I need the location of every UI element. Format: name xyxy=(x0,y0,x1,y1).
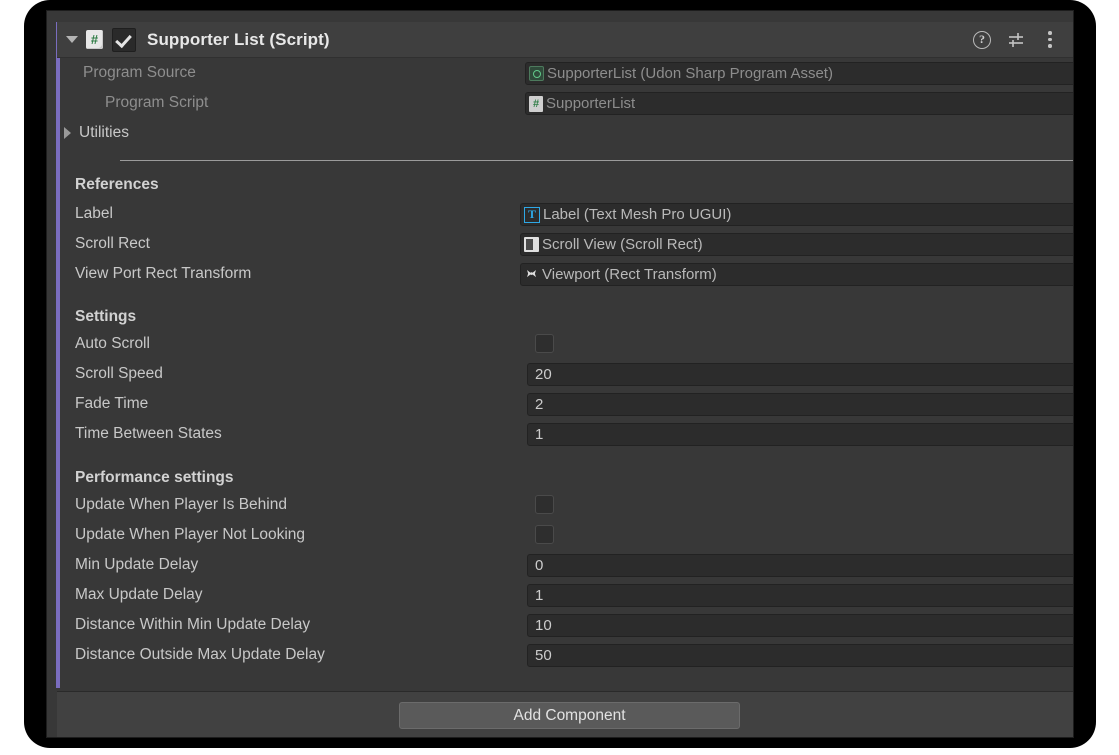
udon-program-asset-icon xyxy=(529,66,544,81)
checkbox-auto-scroll[interactable] xyxy=(535,334,554,353)
heading-performance-settings: Performance settings xyxy=(75,469,234,486)
row-update-when-player-is-behind: Update When Player Is Behind xyxy=(75,490,287,520)
component-title: Supporter List (Script) xyxy=(147,29,330,49)
row-distance-outside-max-update-delay: Distance Outside Max Update Delay xyxy=(75,640,325,670)
row-max-update-delay: Max Update Delay xyxy=(75,580,203,610)
component-enabled-checkbox[interactable] xyxy=(112,27,136,52)
row-fade-time: Fade Time xyxy=(75,389,148,419)
label-update-when-player-is-behind: Update When Player Is Behind xyxy=(75,496,287,513)
section-divider xyxy=(120,160,1073,161)
utilities-foldout-arrow-icon[interactable] xyxy=(61,126,75,140)
label-label: Label xyxy=(75,205,113,222)
preset-icon[interactable] xyxy=(1007,31,1025,49)
help-icon[interactable]: ? xyxy=(973,30,991,49)
label-view-port-rect-transform: View Port Rect Transform xyxy=(75,265,252,282)
label-auto-scroll: Auto Scroll xyxy=(75,335,150,352)
field-scroll-rect[interactable]: Scroll View (Scroll Rect) xyxy=(520,233,1073,256)
input-distance-outside-max-update-delay[interactable]: 50 xyxy=(527,644,1073,667)
label-program-script: Program Script xyxy=(105,94,209,111)
kebab-menu-icon[interactable] xyxy=(1041,31,1059,49)
checkbox-update-when-player-is-behind[interactable] xyxy=(535,495,554,514)
inspector-panel: # Supporter List (Script) ? Program Sour… xyxy=(46,10,1074,738)
label-min-update-delay: Min Update Delay xyxy=(75,556,199,573)
row-viewport-rect-transform: View Port Rect Transform xyxy=(75,259,251,289)
field-label-reference[interactable]: T Label (Text Mesh Pro UGUI) xyxy=(520,203,1073,226)
csharp-file-icon: # xyxy=(529,95,543,112)
label-distance-outside-max-update-delay: Distance Outside Max Update Delay xyxy=(75,646,325,663)
add-component-button[interactable]: Add Component xyxy=(399,702,740,729)
row-scroll-speed: Scroll Speed xyxy=(75,359,163,389)
label-scroll-rect: Scroll Rect xyxy=(75,235,150,252)
row-update-when-player-not-looking: Update When Player Not Looking xyxy=(75,520,305,550)
label-update-when-player-not-looking: Update When Player Not Looking xyxy=(75,526,306,543)
label-scroll-speed: Scroll Speed xyxy=(75,365,163,382)
label-distance-within-min-update-delay: Distance Within Min Update Delay xyxy=(75,616,311,633)
label-fade-time: Fade Time xyxy=(75,395,149,412)
csharp-script-icon: # xyxy=(86,30,103,49)
row-min-update-delay: Min Update Delay xyxy=(75,550,198,580)
row-time-between-states: Time Between States xyxy=(75,419,222,449)
component-body: Program Source SupporterList (Udon Sharp… xyxy=(61,58,1073,688)
field-label-reference-value: Label (Text Mesh Pro UGUI) xyxy=(543,206,732,223)
input-max-update-delay[interactable]: 1 xyxy=(527,584,1073,607)
component-foldout-arrow-icon[interactable] xyxy=(65,33,79,47)
label-time-between-states: Time Between States xyxy=(75,425,222,442)
prefab-override-accent-strip xyxy=(56,22,60,688)
component-header-icons: ? xyxy=(973,30,1073,49)
field-program-source-value: SupporterList (Udon Sharp Program Asset) xyxy=(547,65,833,82)
inspector-footer: Add Component xyxy=(57,691,1073,737)
field-program-source[interactable]: SupporterList (Udon Sharp Program Asset) xyxy=(525,62,1073,85)
tmp-text-icon: T xyxy=(524,206,540,223)
label-max-update-delay: Max Update Delay xyxy=(75,586,203,603)
input-scroll-speed[interactable]: 20 xyxy=(527,363,1073,386)
field-program-script-value: SupporterList xyxy=(546,95,636,112)
scroll-rect-icon xyxy=(524,237,539,252)
row-distance-within-min-update-delay: Distance Within Min Update Delay xyxy=(75,610,310,640)
component-header[interactable]: # Supporter List (Script) ? xyxy=(57,22,1073,58)
field-scroll-rect-value: Scroll View (Scroll Rect) xyxy=(542,236,703,253)
input-min-update-delay[interactable]: 0 xyxy=(527,554,1073,577)
field-program-script[interactable]: # SupporterList xyxy=(525,92,1073,115)
input-fade-time[interactable]: 2 xyxy=(527,393,1073,416)
rect-transform-icon xyxy=(524,267,539,282)
field-viewport-rect-transform[interactable]: Viewport (Rect Transform) xyxy=(520,263,1073,286)
heading-references: References xyxy=(75,176,159,193)
row-label-reference: Label xyxy=(75,199,113,229)
label-utilities: Utilities xyxy=(79,124,129,141)
input-distance-within-min-update-delay[interactable]: 10 xyxy=(527,614,1073,637)
checkbox-update-when-player-not-looking[interactable] xyxy=(535,525,554,544)
row-scroll-rect: Scroll Rect xyxy=(75,229,150,259)
input-time-between-states[interactable]: 1 xyxy=(527,423,1073,446)
heading-settings: Settings xyxy=(75,308,137,325)
label-program-source: Program Source xyxy=(83,64,196,81)
row-utilities[interactable]: Utilities xyxy=(61,118,1073,148)
row-auto-scroll: Auto Scroll xyxy=(75,329,150,359)
field-viewport-rect-transform-value: Viewport (Rect Transform) xyxy=(542,266,717,283)
